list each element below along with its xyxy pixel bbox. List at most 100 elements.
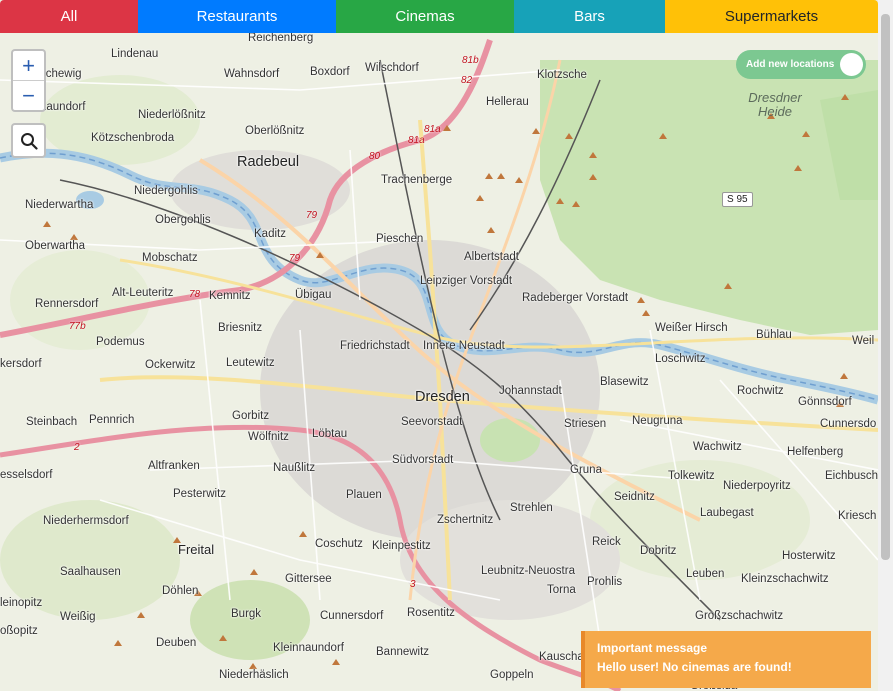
place-label: Blasewitz <box>600 376 649 388</box>
zoom-in-button[interactable]: + <box>13 51 44 80</box>
place-label: Niederhermsdorf <box>43 515 129 527</box>
road-number: 81a <box>408 135 425 146</box>
place-label: Weißer Hirsch <box>655 322 728 334</box>
place-label: Podemus <box>96 336 145 348</box>
place-label: Bannewitz <box>376 646 430 658</box>
toggle-knob <box>840 53 863 76</box>
place-label: Niederhäslich <box>219 669 289 681</box>
place-label: Übigau <box>295 289 332 301</box>
place-label: Großzschachwitz <box>695 610 784 622</box>
place-label: Neugruna <box>632 415 683 427</box>
road-number: 78 <box>189 289 201 300</box>
place-label: Südvorstadt <box>392 454 454 466</box>
map-search-button[interactable] <box>11 123 46 158</box>
zoom-out-button[interactable]: − <box>13 80 44 110</box>
place-label: Rosentitz <box>407 607 455 619</box>
road-number: 77b <box>69 321 86 332</box>
place-label: kersdorf <box>0 358 42 370</box>
road-number: 82 <box>461 75 473 86</box>
place-label: Rennersdorf <box>35 298 99 310</box>
place-label: Prohlis <box>587 576 623 588</box>
place-label: Pieschen <box>376 233 424 245</box>
road-number: 81b <box>462 55 479 66</box>
map-view[interactable]: Reichenberg Lindenau Wahnsdorf Boxdorf W… <box>0 33 878 691</box>
toggle-label: Add new locations <box>746 59 835 70</box>
road-number: 80 <box>369 151 381 162</box>
place-label: Strehlen <box>510 502 553 514</box>
road-number: 2 <box>74 442 80 453</box>
place-label: Goppeln <box>490 669 534 681</box>
place-label: Johannstadt <box>499 385 562 397</box>
place-label: Kleinnaundorf <box>273 642 344 654</box>
place-label: Laundorf <box>40 101 86 113</box>
road-number: 79 <box>306 210 318 221</box>
place-label: Gorbitz <box>232 410 270 422</box>
place-label: Kleinzschachwitz <box>741 573 829 585</box>
place-label: Alt-Leuteritz <box>112 287 174 299</box>
zoom-control: + − <box>11 49 46 112</box>
place-label: Weil <box>852 335 875 347</box>
place-label: Rochwitz <box>737 385 784 397</box>
place-label: oßopitz <box>0 625 38 637</box>
place-label: Tolkewitz <box>668 470 715 482</box>
place-label: leinopitz <box>0 597 43 609</box>
place-label: Weißig <box>60 611 96 623</box>
category-tab-bar: All Restaurants Cinemas Bars Supermarket… <box>0 0 878 33</box>
place-label: Kaditz <box>254 228 286 240</box>
place-label: Friedrichstadt <box>340 340 410 352</box>
place-label: Dobritz <box>640 545 677 557</box>
place-label: Kriesch <box>838 510 877 522</box>
forest-label: Dresdner Heide <box>748 90 802 120</box>
place-label: Niederpoyritz <box>723 480 791 492</box>
place-label: Albertstadt <box>464 251 519 263</box>
place-label: Döhlen <box>162 585 199 597</box>
place-label: Leuben <box>686 568 725 580</box>
place-label: Gönnsdorf <box>798 396 852 408</box>
place-label: Pesterwitz <box>173 488 227 500</box>
place-label: Kleinpestitz <box>372 540 431 552</box>
place-label: Cunnersdorf <box>320 610 384 622</box>
place-label: Wahnsdorf <box>224 68 280 80</box>
tab-restaurants[interactable]: Restaurants <box>138 0 336 33</box>
road-shield: S 95 <box>722 192 753 207</box>
place-label: Hosterwitz <box>782 550 836 562</box>
place-label: Pennrich <box>89 414 135 426</box>
road-number: 79 <box>289 253 301 264</box>
place-label: Innere Neustadt <box>423 340 505 352</box>
place-label: Seidnitz <box>614 491 655 503</box>
place-label: Leutewitz <box>226 357 275 369</box>
place-label: Radeberger Vorstadt <box>522 292 629 304</box>
place-label: schewig <box>40 68 82 80</box>
add-locations-toggle[interactable]: Add new locations <box>736 50 866 79</box>
place-label: Niederlößnitz <box>138 109 206 121</box>
tab-supermarkets[interactable]: Supermarkets <box>665 0 878 33</box>
place-label: Freital <box>178 542 215 557</box>
toast-message: Hello user! No cinemas are found! <box>597 660 792 674</box>
place-label: Reick <box>592 536 621 548</box>
scrollbar-thumb[interactable] <box>881 14 890 560</box>
place-label: Coschutz <box>315 538 363 550</box>
place-label: Eichbusch <box>825 470 878 482</box>
place-label: Loschwitz <box>655 353 706 365</box>
place-label: Deuben <box>156 637 197 649</box>
place-label: Briesnitz <box>218 322 263 334</box>
place-label: Altfranken <box>148 460 200 472</box>
place-label: Niederwartha <box>25 199 94 211</box>
place-label: Leipziger Vorstadt <box>420 275 513 287</box>
place-label: Boxdorf <box>310 66 350 78</box>
place-label: Ockerwitz <box>145 359 196 371</box>
tab-all[interactable]: All <box>0 0 138 33</box>
tab-bars[interactable]: Bars <box>514 0 665 33</box>
place-label: Niedergohlis <box>134 185 198 197</box>
page-scrollbar[interactable] <box>878 0 893 691</box>
place-label: Cunnersdo <box>820 418 877 430</box>
place-label: Hellerau <box>486 96 529 108</box>
notification-toast: Important message Hello user! No cinemas… <box>581 631 871 688</box>
tab-cinemas[interactable]: Cinemas <box>336 0 514 33</box>
place-label: Klotzsche <box>537 69 587 81</box>
place-label: Steinbach <box>26 416 78 428</box>
place-label: Naußlitz <box>273 462 316 474</box>
place-label: Oberwartha <box>25 240 86 252</box>
place-label: Oberlößnitz <box>245 125 305 137</box>
place-label: Helfenberg <box>787 446 844 458</box>
